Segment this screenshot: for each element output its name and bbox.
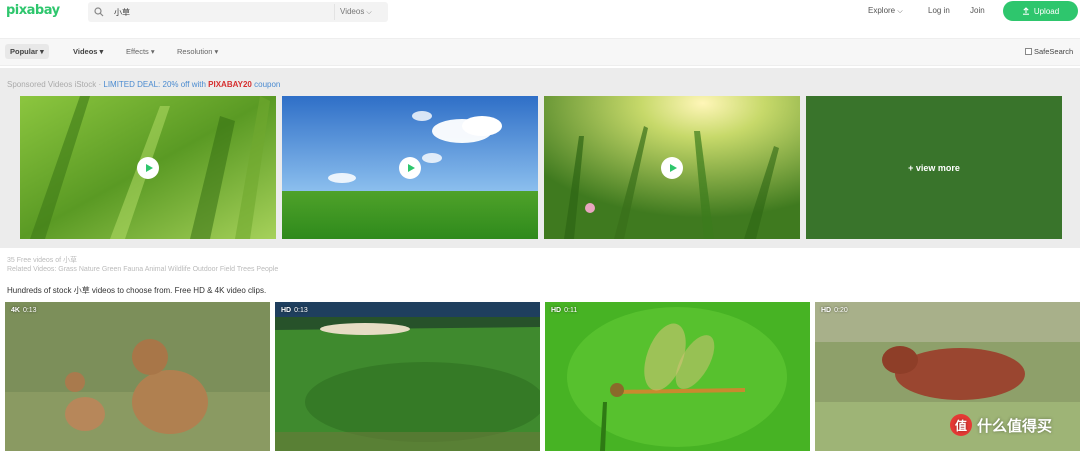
deal-text[interactable]: LIMITED DEAL: 20% off with bbox=[101, 80, 208, 89]
duration-label: 0:13 bbox=[22, 307, 37, 314]
video-result-1[interactable]: 4K 0:13 bbox=[5, 302, 270, 451]
related-tag[interactable]: Trees bbox=[237, 266, 255, 273]
media-type-label: Videos bbox=[340, 7, 365, 16]
play-icon bbox=[145, 163, 153, 172]
results-description: Hundreds of stock 小草 videos to choose fr… bbox=[7, 286, 267, 295]
safesearch-toggle[interactable]: SafeSearch bbox=[1025, 47, 1073, 56]
video-badge: HD 0:20 bbox=[821, 307, 848, 314]
quality-label: 4K bbox=[11, 307, 20, 314]
video-result-3[interactable]: HD 0:11 bbox=[545, 302, 810, 451]
sort-label: Popular bbox=[10, 47, 38, 56]
watermark: 值 什么值得买 bbox=[950, 414, 1052, 436]
sponsored-video-1[interactable] bbox=[20, 96, 276, 239]
effects-filter[interactable]: Effects ▾ bbox=[126, 47, 155, 56]
upload-button[interactable]: Upload bbox=[1003, 1, 1078, 21]
search-divider bbox=[334, 4, 335, 20]
chevron-down-icon: ⌵ bbox=[366, 9, 372, 16]
related-tag[interactable]: Field bbox=[220, 266, 235, 273]
coupon-code[interactable]: PIXABAY20 bbox=[208, 80, 252, 89]
media-type-select[interactable]: Videos ⌵ bbox=[340, 7, 372, 17]
video-badge: HD 0:13 bbox=[281, 307, 308, 314]
related-tag[interactable]: Outdoor bbox=[193, 266, 218, 273]
safesearch-label: SafeSearch bbox=[1034, 47, 1074, 56]
golf-course-thumbnail bbox=[275, 302, 540, 451]
results-count: 35 Free videos of 小草 bbox=[7, 257, 78, 264]
resolution-filter[interactable]: Resolution ▾ bbox=[177, 47, 218, 56]
video-result-2[interactable]: HD 0:13 bbox=[275, 302, 540, 451]
filter-bar: Popular ▾ Videos ▾ Effects ▾ Resolution … bbox=[0, 38, 1080, 66]
play-button[interactable] bbox=[137, 156, 159, 179]
quality-label: HD bbox=[281, 307, 292, 314]
related-label: Related Videos: bbox=[7, 266, 57, 273]
watermark-text: 什么值得买 bbox=[977, 416, 1053, 435]
related-tag[interactable]: Fauna bbox=[123, 266, 143, 273]
duration-label: 0:13 bbox=[294, 307, 308, 314]
sponsored-prefix: Sponsored Videos iStock · bbox=[7, 80, 102, 89]
related-tag[interactable]: People bbox=[256, 266, 278, 273]
effects-filter-label: Effects bbox=[126, 47, 149, 56]
safesearch-checkbox[interactable] bbox=[1025, 48, 1032, 55]
sponsored-video-2[interactable] bbox=[282, 96, 538, 239]
related-tag[interactable]: Grass bbox=[58, 266, 77, 273]
related-videos: Related Videos: Grass Nature Green Fauna… bbox=[7, 266, 278, 273]
related-tag[interactable]: Wildlife bbox=[168, 266, 191, 273]
chevron-down-icon: ⌵ bbox=[897, 8, 903, 15]
quality-label: HD bbox=[551, 307, 562, 314]
explore-label: Explore bbox=[868, 6, 896, 15]
related-tag[interactable]: Green bbox=[102, 266, 121, 273]
sort-popular-dropdown[interactable]: Popular ▾ bbox=[5, 44, 49, 59]
duration-label: 0:20 bbox=[834, 307, 848, 314]
watermark-logo: 值 bbox=[950, 414, 972, 436]
deal-suffix[interactable]: coupon bbox=[252, 80, 280, 89]
sponsored-video-3[interactable] bbox=[544, 96, 800, 239]
pixabay-logo[interactable]: pixabay bbox=[6, 3, 60, 18]
play-button[interactable] bbox=[399, 156, 421, 179]
dragonfly-thumbnail bbox=[545, 302, 810, 451]
play-button[interactable] bbox=[661, 156, 683, 179]
videos-filter[interactable]: Videos ▾ bbox=[73, 47, 103, 56]
sponsored-banner: Sponsored Videos iStock · LIMITED DEAL: … bbox=[7, 80, 280, 89]
play-icon bbox=[407, 163, 415, 172]
upload-label: Upload bbox=[1033, 6, 1060, 16]
monkeys-thumbnail bbox=[5, 302, 270, 451]
videos-filter-label: Videos bbox=[73, 47, 98, 56]
sponsored-section: Sponsored Videos iStock · LIMITED DEAL: … bbox=[0, 68, 1080, 248]
top-bar: pixabay Videos⌵ Explore ⌵ Log in Join Up… bbox=[0, 0, 1080, 28]
upload-icon bbox=[1022, 7, 1029, 15]
search-icon[interactable] bbox=[94, 7, 104, 17]
view-more-tile[interactable]: + view more bbox=[806, 96, 1062, 239]
join-link[interactable]: Join bbox=[970, 6, 985, 15]
search-bar: Videos⌵ bbox=[88, 2, 388, 22]
login-link[interactable]: Log in bbox=[928, 6, 950, 15]
view-more-label: + view more bbox=[908, 162, 960, 173]
related-tag[interactable]: Animal bbox=[145, 266, 166, 273]
search-input[interactable] bbox=[114, 7, 334, 17]
explore-menu[interactable]: Explore ⌵ bbox=[868, 6, 903, 16]
video-badge: HD 0:11 bbox=[551, 307, 577, 314]
duration-label: 0:11 bbox=[564, 307, 578, 314]
related-tag[interactable]: Nature bbox=[79, 266, 100, 273]
video-badge: 4K 0:13 bbox=[11, 307, 37, 314]
quality-label: HD bbox=[821, 307, 832, 314]
play-icon bbox=[669, 163, 677, 172]
resolution-filter-label: Resolution bbox=[177, 47, 213, 56]
